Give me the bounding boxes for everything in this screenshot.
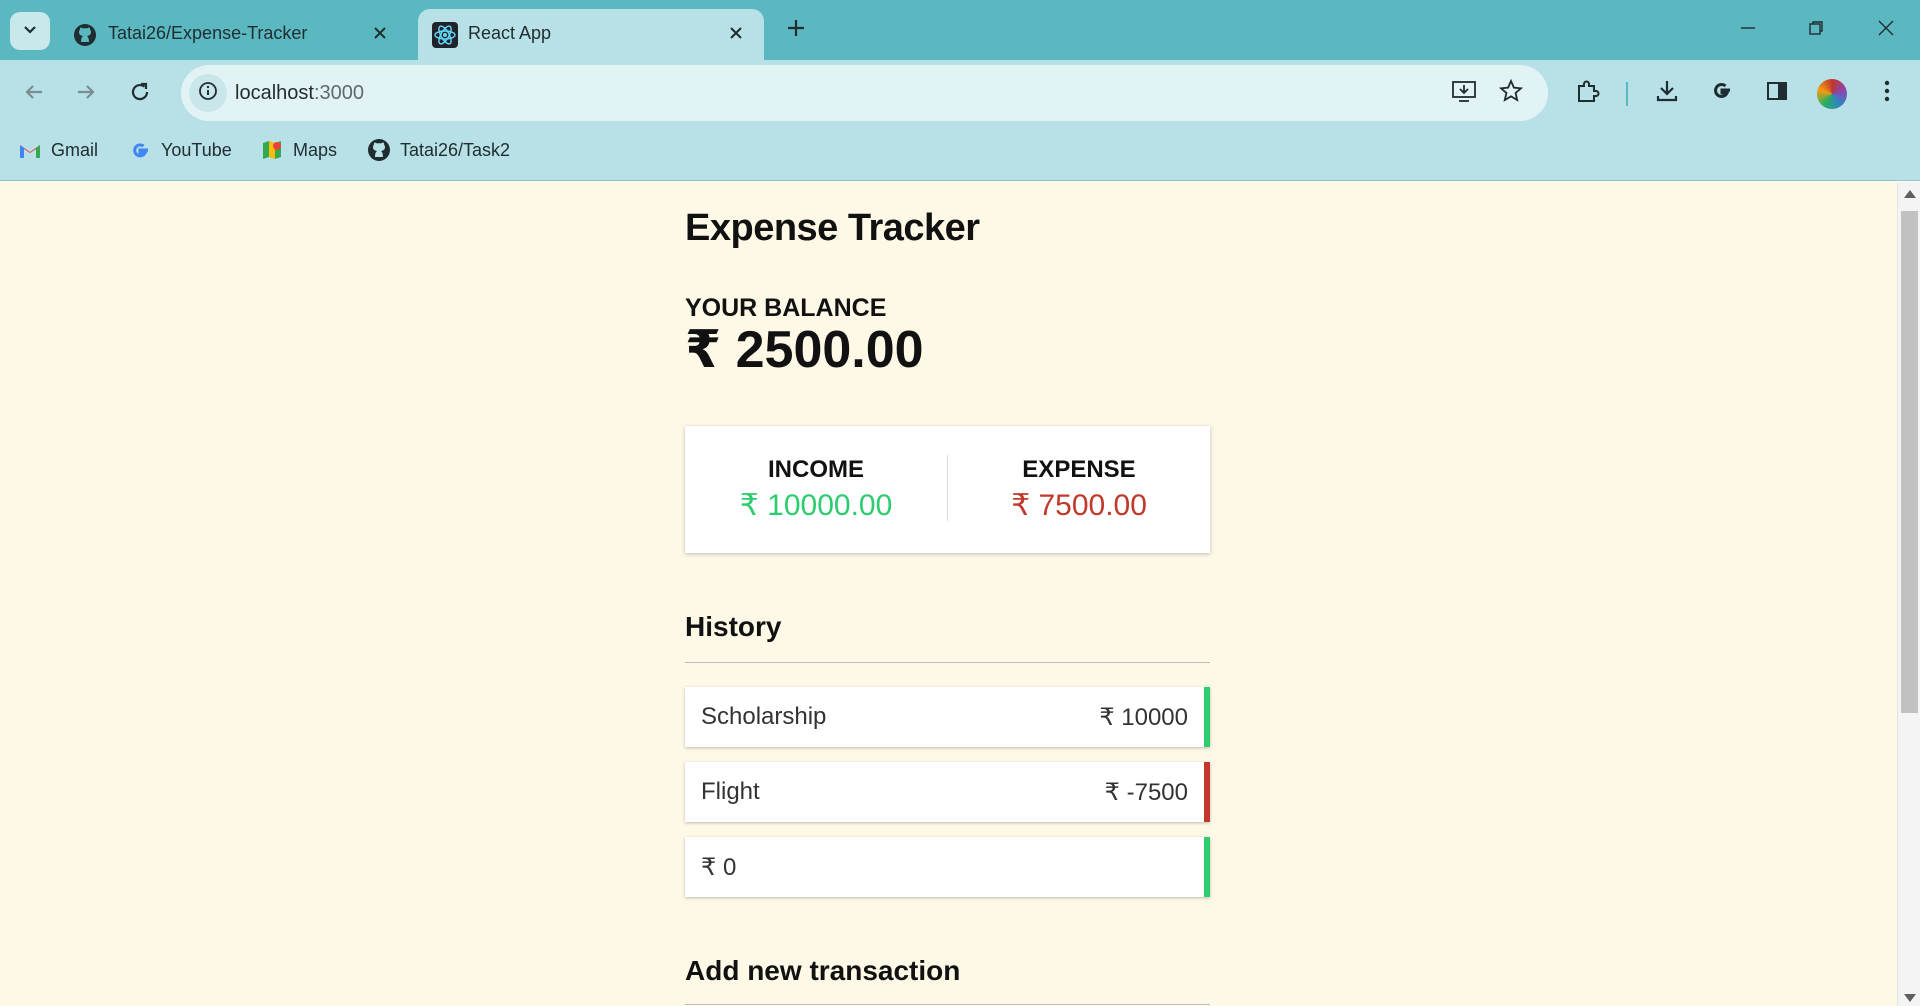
info-icon — [198, 81, 218, 106]
expense-column: EXPENSE ₹ 7500.00 — [948, 456, 1210, 523]
bookmark-label: Maps — [293, 139, 338, 160]
gmail-icon — [18, 138, 42, 162]
tab-react-app[interactable]: React App — [418, 9, 764, 60]
tab-strip: Tatai26/Expense-Tracker React App — [0, 0, 1920, 60]
bookmark-label: Tatai26/Task2 — [400, 139, 511, 160]
forward-button[interactable] — [68, 76, 104, 112]
more-vertical-icon — [1883, 79, 1891, 108]
history-divider — [685, 662, 1210, 663]
google-icon — [128, 138, 152, 162]
address-bar[interactable]: localhost:3000 — [181, 65, 1548, 121]
tab-title: Tatai26/Expense-Tracker — [108, 23, 308, 43]
add-transaction-divider — [685, 1004, 1210, 1005]
scroll-up-arrow[interactable] — [1904, 190, 1916, 198]
restore-button[interactable] — [1796, 14, 1836, 46]
bookmark-youtube[interactable]: YouTube — [128, 134, 232, 166]
new-tab-button[interactable] — [780, 14, 812, 46]
side-panel-icon — [1765, 79, 1789, 108]
bookmark-label: Gmail — [51, 139, 99, 160]
history-item[interactable]: Flight ₹ -7500 — [685, 762, 1210, 822]
page-title: Expense Tracker — [685, 207, 980, 249]
toolbar-separator — [1626, 82, 1628, 106]
expense-label: EXPENSE — [1022, 456, 1136, 483]
transaction-amount: ₹ 10000 — [1099, 704, 1188, 731]
github-icon — [72, 22, 98, 48]
puzzle-icon — [1575, 78, 1601, 109]
install-app-button[interactable] — [1447, 76, 1481, 110]
profile-avatar[interactable] — [1817, 79, 1847, 109]
back-button[interactable] — [16, 76, 52, 112]
page-scrollbar[interactable] — [1897, 182, 1920, 1006]
side-panel-button[interactable] — [1760, 76, 1794, 110]
income-expense-card: INCOME ₹ 10000.00 EXPENSE ₹ 7500.00 — [685, 426, 1210, 553]
url-text: localhost:3000 — [235, 82, 364, 105]
minimize-icon — [1740, 20, 1756, 41]
scroll-down-arrow[interactable] — [1904, 994, 1916, 1002]
page-viewport: Expense Tracker YOUR BALANCE ₹ 2500.00 I… — [0, 182, 1897, 1006]
history-title: History — [685, 611, 782, 642]
restore-icon — [1808, 20, 1824, 41]
close-icon[interactable] — [722, 19, 750, 47]
transaction-amount: ₹ 0 — [701, 854, 737, 881]
arrow-left-icon — [23, 81, 45, 108]
star-icon — [1498, 78, 1524, 108]
bookmark-maps[interactable]: Maps — [260, 134, 337, 166]
download-icon — [1654, 78, 1680, 109]
reload-button[interactable] — [122, 76, 158, 112]
income-indicator — [1204, 837, 1210, 897]
reload-icon — [129, 81, 151, 108]
balance-label: YOUR BALANCE — [685, 294, 887, 322]
income-label: INCOME — [768, 456, 864, 483]
history-item[interactable]: ₹ 0 — [685, 837, 1210, 897]
tab-search-button[interactable] — [10, 12, 50, 50]
close-window-button[interactable] — [1866, 14, 1906, 46]
bookmark-gmail[interactable]: Gmail — [18, 134, 98, 166]
transaction-name: Scholarship — [701, 703, 827, 730]
expense-value: ₹ 7500.00 — [1011, 489, 1147, 522]
scrollbar-thumb[interactable] — [1901, 211, 1918, 713]
install-icon — [1451, 79, 1477, 108]
url-port: :3000 — [313, 82, 364, 104]
site-info-button[interactable] — [189, 74, 227, 112]
bookmark-star-button[interactable] — [1494, 76, 1528, 110]
url-host: localhost — [235, 82, 314, 104]
minimize-button[interactable] — [1728, 14, 1768, 46]
tab-title: React App — [468, 23, 552, 43]
add-transaction-title: Add new transaction — [685, 955, 961, 986]
downloads-button[interactable] — [1650, 76, 1684, 110]
google-g-icon — [1709, 78, 1735, 109]
tab-expense-tracker-github[interactable]: Tatai26/Expense-Tracker — [58, 9, 408, 60]
plus-icon — [786, 18, 806, 43]
arrow-right-icon — [75, 81, 97, 108]
grammarly-extension-button[interactable] — [1705, 76, 1739, 110]
income-column: INCOME ₹ 10000.00 — [685, 456, 947, 523]
balance-value: ₹ 2500.00 — [685, 321, 924, 379]
chevron-down-icon — [22, 21, 38, 42]
expense-indicator — [1204, 762, 1210, 822]
transaction-name: Flight — [701, 778, 760, 805]
bookmark-label: YouTube — [161, 139, 232, 160]
browser-chrome: Tatai26/Expense-Tracker React App localh… — [0, 0, 1920, 181]
maps-icon — [260, 138, 284, 162]
history-item[interactable]: Scholarship ₹ 10000 — [685, 687, 1210, 747]
transaction-amount: ₹ -7500 — [1104, 779, 1188, 806]
close-icon — [1878, 20, 1894, 41]
close-icon[interactable] — [366, 19, 394, 47]
bookmark-task2[interactable]: Tatai26/Task2 — [367, 134, 510, 166]
react-icon — [432, 22, 458, 48]
github-icon — [367, 138, 391, 162]
income-value: ₹ 10000.00 — [739, 489, 893, 522]
menu-button[interactable] — [1870, 76, 1904, 110]
income-indicator — [1204, 687, 1210, 747]
extensions-button[interactable] — [1571, 76, 1605, 110]
